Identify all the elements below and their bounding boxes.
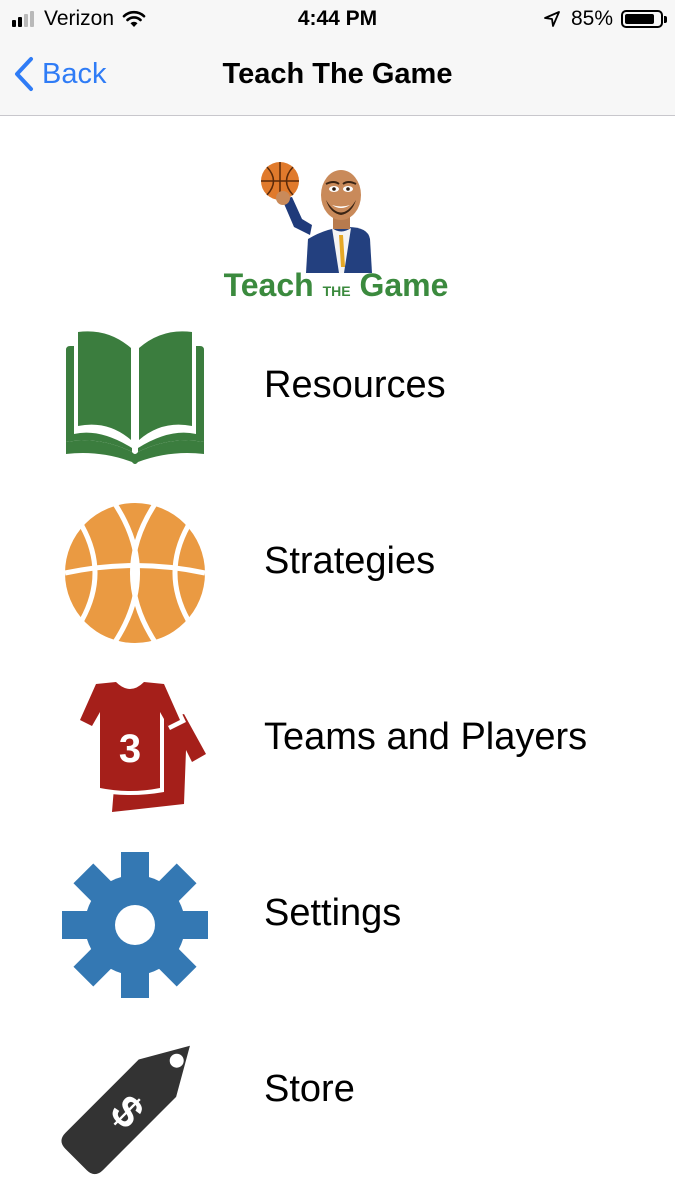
battery-percent: 85% (570, 7, 613, 30)
menu-label: Strategies (264, 540, 436, 582)
page-title: Teach The Game (222, 58, 453, 90)
menu-label: Settings (264, 892, 402, 934)
status-left: Verizon (12, 7, 146, 31)
status-bar: Verizon 4:44 PM 85% (0, 0, 675, 38)
location-arrow-icon (544, 11, 560, 27)
status-right: 85% (543, 7, 667, 31)
navigation-bar: Back Teach The Game (0, 38, 675, 116)
logo-word-teach: Teach (223, 267, 314, 303)
gear-icon (62, 852, 208, 998)
battery-icon (621, 10, 667, 28)
jersey-number: 3 (119, 727, 141, 771)
menu-item-store[interactable]: $ Store (0, 1016, 675, 1176)
logo-word-the: THE (322, 283, 351, 299)
menu-item-strategies[interactable]: Strategies (0, 488, 675, 648)
logo-wordmark: Teach THE Game (220, 267, 452, 304)
book-icon (66, 331, 204, 464)
basketball-icon (64, 502, 206, 644)
logo-word-game: Game (359, 267, 449, 303)
wifi-icon (122, 10, 146, 27)
app-logo: Teach THE Game (220, 155, 452, 303)
menu-item-settings[interactable]: Settings (0, 840, 675, 1000)
menu-label: Teams and Players (264, 716, 588, 758)
price-tag-icon: $ (61, 1045, 190, 1175)
menu-item-teams-and-players[interactable]: 3 Teams and Players (0, 664, 675, 824)
menu-item-resources[interactable]: Resources (0, 312, 675, 472)
signal-strength-icon (12, 11, 36, 27)
menu-label: Resources (264, 364, 446, 406)
menu-label: Store (264, 1068, 355, 1110)
coach-avatar-icon (261, 162, 372, 273)
jersey-icon: 3 (74, 678, 206, 812)
carrier-name: Verizon (44, 7, 115, 30)
